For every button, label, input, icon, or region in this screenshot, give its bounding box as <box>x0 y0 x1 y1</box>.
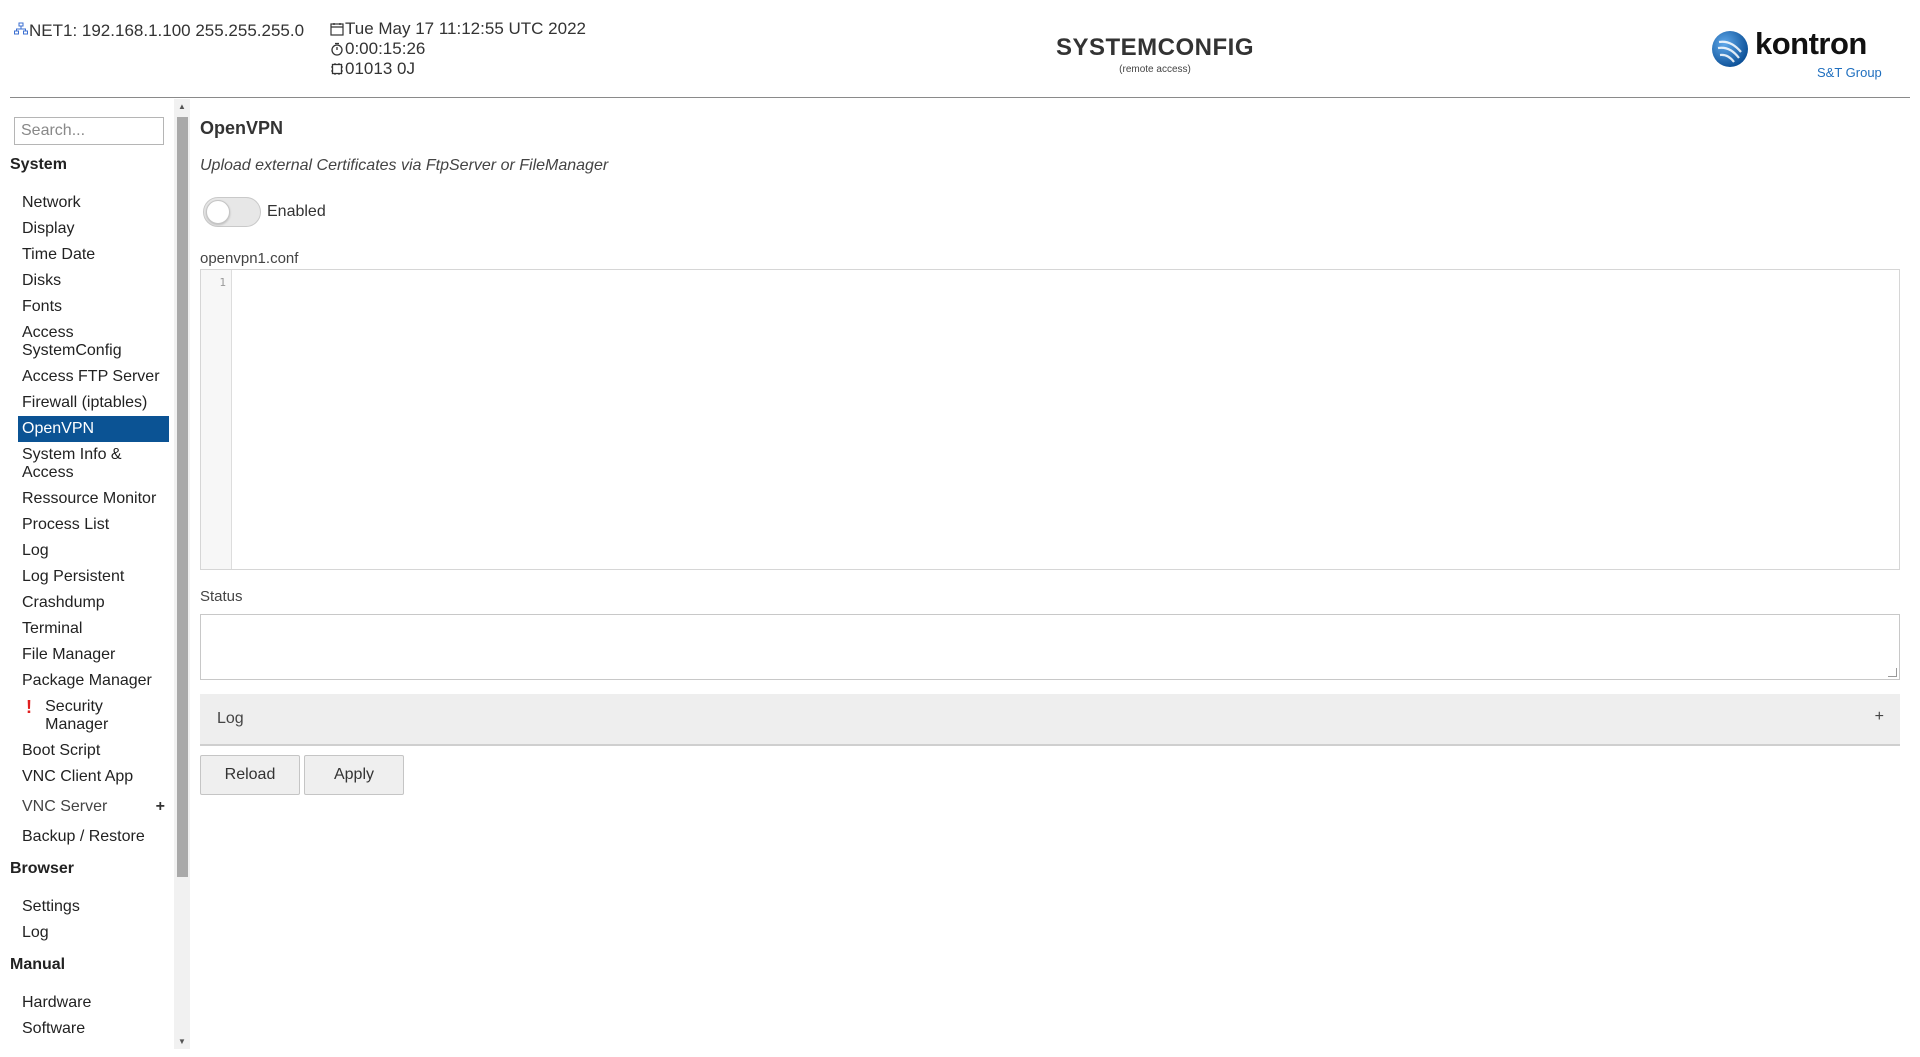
sidebar-item-log-persistent[interactable]: Log Persistent <box>18 564 169 590</box>
sidebar-item-time-date[interactable]: Time Date <box>18 242 169 268</box>
section-title-system: System <box>10 156 67 173</box>
logo-subtext: S&T Group <box>1817 65 1882 80</box>
sidebar-item-firewall[interactable]: Firewall (iptables) <box>18 390 169 416</box>
toggle-knob <box>206 200 230 224</box>
scroll-down-icon[interactable]: ▼ <box>177 1037 187 1046</box>
sidebar-item-crashdump[interactable]: Crashdump <box>18 590 169 616</box>
apply-button[interactable]: Apply <box>304 755 404 795</box>
sidebar-nav: System Network Display Time Date Disks F… <box>0 152 172 1042</box>
datetime-text: Tue May 17 11:12:55 UTC 2022 <box>345 19 586 38</box>
app-title-text: SYSTEMCONFIG <box>1055 34 1254 61</box>
sidebar-item-browser-log[interactable]: Log <box>18 920 169 946</box>
status-label: Status <box>200 588 243 605</box>
sidebar-item-ressource-monitor[interactable]: Ressource Monitor <box>18 486 169 512</box>
sidebar-item-vnc-server[interactable]: VNC Server + <box>18 790 169 824</box>
system-info: Tue May 17 11:12:55 UTC 2022 0:00:15:26 … <box>330 19 586 79</box>
sidebar-item-backup-restore[interactable]: Backup / Restore <box>18 824 169 850</box>
expand-icon[interactable]: + <box>1875 708 1884 726</box>
calendar-icon <box>330 22 344 36</box>
sidebar-item-file-manager[interactable]: File Manager <box>18 642 169 668</box>
warning-icon: ! <box>26 697 32 717</box>
enabled-toggle[interactable] <box>203 197 261 227</box>
log-accordion[interactable]: Log + <box>200 694 1900 746</box>
status-textarea[interactable] <box>200 614 1900 680</box>
sidebar-item-terminal[interactable]: Terminal <box>18 616 169 642</box>
enabled-label: Enabled <box>267 203 326 220</box>
editor-gutter: 1 <box>201 270 232 569</box>
sidebar-item-log[interactable]: Log <box>18 538 169 564</box>
sidebar-item-access-systemconfig[interactable]: Access SystemConfig <box>18 320 169 364</box>
device-text: 01013 0J <box>345 59 415 78</box>
scroll-up-icon[interactable]: ▲ <box>177 102 187 111</box>
sidebar-item-security-manager[interactable]: ! Security Manager <box>18 694 169 738</box>
search-input[interactable] <box>14 117 164 145</box>
network-status: NET1: 192.168.1.100 255.255.255.0 <box>14 21 304 41</box>
app-title: SYSTEMCONFIG (remote access) <box>1000 34 1310 75</box>
sidebar-item-vnc-client-app[interactable]: VNC Client App <box>18 764 169 790</box>
page-subtitle: Upload external Certificates via FtpServ… <box>200 157 609 174</box>
header-divider <box>10 97 1910 98</box>
sidebar-item-package-manager[interactable]: Package Manager <box>18 668 169 694</box>
sidebar-item-openvpn[interactable]: OpenVPN <box>18 416 169 442</box>
expand-icon[interactable]: + <box>156 798 165 816</box>
timer-icon <box>330 42 344 56</box>
sidebar-item-network[interactable]: Network <box>18 190 169 216</box>
sidebar-item-display[interactable]: Display <box>18 216 169 242</box>
sidebar-item-hardware[interactable]: Hardware <box>18 990 169 1016</box>
config-filename: openvpn1.conf <box>200 250 299 267</box>
network-text: NET1: 192.168.1.100 255.255.255.0 <box>29 21 305 40</box>
log-accordion-title: Log <box>217 710 244 727</box>
reload-button[interactable]: Reload <box>200 755 300 795</box>
resize-handle-icon[interactable] <box>1888 668 1897 677</box>
config-editor[interactable]: 1 <box>200 269 1900 570</box>
kontron-logo: kontron S&T Group <box>1711 26 1886 82</box>
sidebar-item-fonts[interactable]: Fonts <box>18 294 169 320</box>
app-subtitle-text: (remote access) <box>1119 64 1191 75</box>
sidebar-item-boot-script[interactable]: Boot Script <box>18 738 169 764</box>
sidebar-item-label: VNC Server <box>22 798 108 815</box>
sidebar-item-browser-settings[interactable]: Settings <box>18 894 169 920</box>
sidebar-scrollbar[interactable]: ▲ ▼ <box>174 99 190 1049</box>
enabled-toggle-row: Enabled <box>203 197 326 227</box>
sidebar-item-process-list[interactable]: Process List <box>18 512 169 538</box>
kontron-logo-icon <box>1712 31 1748 67</box>
logo-wordmark: kontron <box>1755 26 1867 61</box>
sidebar: System Network Display Time Date Disks F… <box>0 100 172 1057</box>
section-title-manual: Manual <box>10 956 66 973</box>
network-icon <box>14 22 28 36</box>
sidebar-item-access-ftp-server[interactable]: Access FTP Server <box>18 364 169 390</box>
page-title: OpenVPN <box>200 118 284 138</box>
line-number: 1 <box>219 276 226 289</box>
chip-icon <box>330 62 344 76</box>
uptime-text: 0:00:15:26 <box>345 39 426 58</box>
sidebar-item-disks[interactable]: Disks <box>18 268 169 294</box>
sidebar-item-system-info[interactable]: System Info & Access <box>18 442 169 486</box>
section-title-browser: Browser <box>10 860 75 877</box>
sidebar-item-label: Security Manager <box>45 698 109 733</box>
scrollbar-thumb[interactable] <box>177 117 188 877</box>
header: NET1: 192.168.1.100 255.255.255.0 Tue Ma… <box>0 0 1920 98</box>
sidebar-item-software[interactable]: Software <box>18 1016 169 1042</box>
